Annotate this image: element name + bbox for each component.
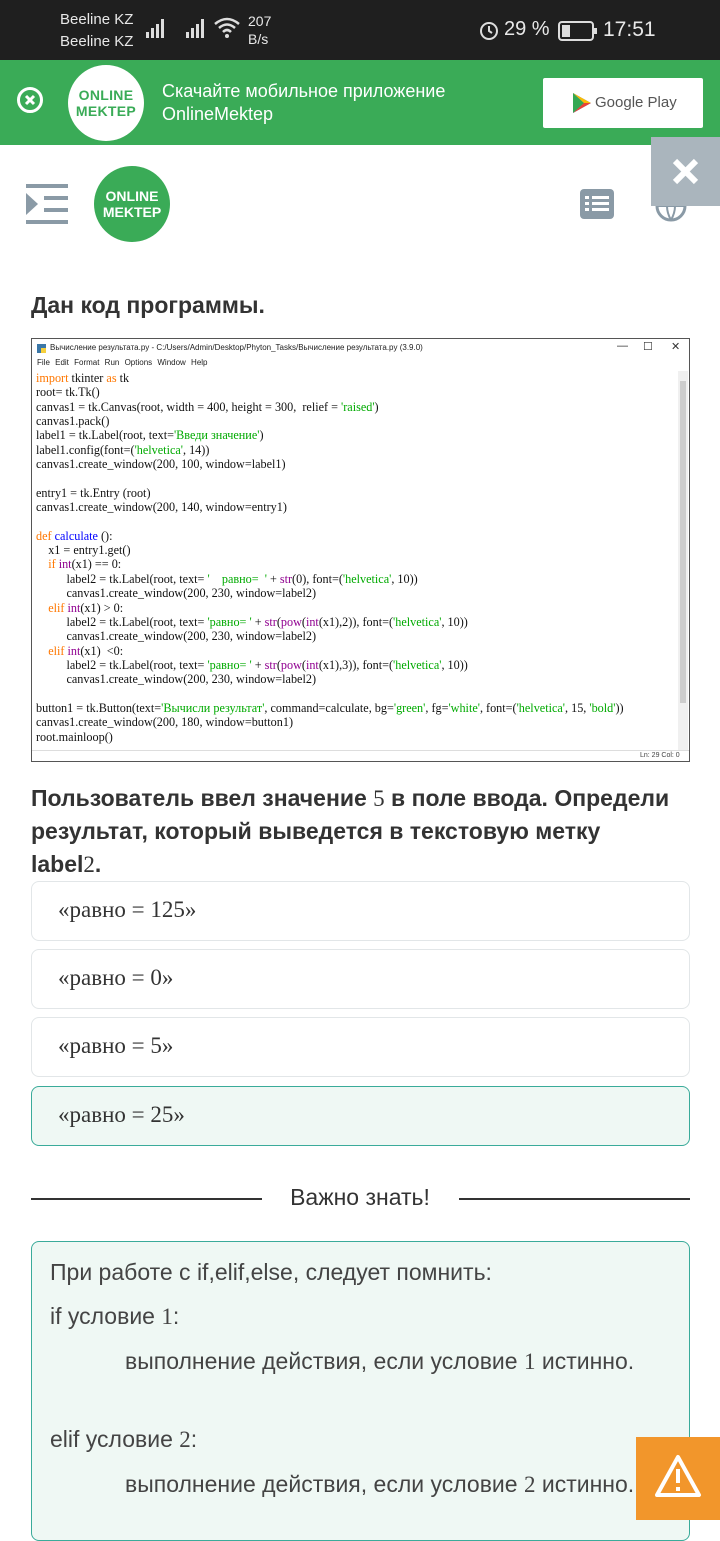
- answer-option[interactable]: «равно = 0»: [31, 949, 690, 1009]
- info-line: if условие 1:: [50, 1300, 670, 1333]
- question-prompt: Пользователь ввел значение 5 в поле ввод…: [31, 782, 671, 881]
- prompt-text: .: [94, 851, 102, 877]
- google-play-button[interactable]: Google Play: [543, 78, 703, 128]
- close-overlay-button[interactable]: [651, 137, 720, 206]
- answer-option[interactable]: «равно = 5»: [31, 1017, 690, 1077]
- info-text: if условие: [50, 1303, 162, 1329]
- banner-logo: ONLINE MEKTEP: [68, 65, 144, 141]
- site-logo[interactable]: ONLINE MEKTEP: [94, 166, 170, 242]
- close-icon: [24, 94, 36, 106]
- banner-text-line: OnlineMektep: [162, 104, 274, 124]
- banner-text-line: Скачайте мобильное приложение: [162, 81, 446, 101]
- answer-option-label: «равно = 0»: [58, 965, 174, 990]
- signal-icon: [146, 19, 164, 38]
- answer-option-label: «равно = 25»: [58, 1102, 185, 1127]
- logo-text: MEKTEP: [102, 204, 162, 220]
- battery-percent: 29 %: [504, 18, 550, 40]
- google-play-icon: [573, 93, 591, 113]
- close-banner-button[interactable]: [17, 87, 43, 113]
- report-problem-button[interactable]: [636, 1437, 720, 1520]
- answer-option-selected[interactable]: «равно = 25»: [31, 1086, 690, 1146]
- logo-text: MEKTEP: [75, 103, 137, 119]
- answer-option-label: «равно = 5»: [58, 1033, 174, 1058]
- info-number: 2: [179, 1427, 191, 1452]
- info-text: :: [190, 1426, 198, 1452]
- speed-unit: B/s: [248, 31, 269, 47]
- cursor-position: Ln: 29 Col: 0: [640, 752, 680, 759]
- menu-icon[interactable]: [26, 184, 70, 226]
- info-text: истинно.: [535, 1348, 635, 1374]
- info-line: elif условие 2:: [50, 1423, 670, 1456]
- python-file-icon: [37, 344, 46, 353]
- close-icon: ✕: [671, 341, 681, 353]
- prompt-number: 5: [373, 786, 385, 811]
- carrier-name: Beeline KZ: [60, 33, 134, 50]
- info-number: 1: [523, 1349, 536, 1374]
- info-line: При работе с if,elif,else, следует помни…: [50, 1259, 492, 1285]
- maximize-icon: ☐: [643, 341, 653, 353]
- minimize-icon: —: [617, 340, 628, 352]
- info-number: 1: [161, 1304, 173, 1329]
- info-line: выполнение действия, если условие 2 исти…: [50, 1468, 670, 1501]
- carrier-name: Beeline KZ: [60, 11, 134, 28]
- warning-icon: [655, 1455, 701, 1497]
- info-text: истинно.: [535, 1471, 635, 1497]
- close-icon: [672, 158, 699, 185]
- status-bar: Beeline KZ Beeline KZ 207 B/s 29 % 17:51: [0, 0, 720, 60]
- google-play-label: Google Play: [595, 94, 677, 111]
- answer-option[interactable]: «равно = 125»: [31, 881, 690, 941]
- speed-value: 207: [248, 13, 272, 29]
- info-line: выполнение действия, если условие 1 исти…: [50, 1345, 670, 1378]
- code-screenshot: Вычисление результата.py - C:/Users/Admi…: [31, 338, 690, 762]
- logo-text: ONLINE: [78, 87, 134, 103]
- code-listing: import tkinter as tk root= tk.Tk() canva…: [36, 371, 624, 744]
- list-icon[interactable]: [580, 189, 614, 219]
- info-number: 2: [523, 1472, 536, 1497]
- alarm-icon: [480, 22, 498, 40]
- signal-icon: [186, 19, 204, 38]
- app-download-banner: ONLINE MEKTEP Скачайте мобильное приложе…: [0, 60, 720, 145]
- prompt-text: Пользователь ввел значение: [31, 785, 374, 811]
- banner-text: Скачайте мобильное приложение OnlineMekt…: [162, 80, 445, 126]
- code-status-bar: Ln: 29 Col: 0: [32, 750, 689, 761]
- prompt-number: 2: [83, 852, 95, 877]
- network-speed: 207 B/s: [248, 12, 271, 48]
- logo-text: ONLINE: [105, 188, 159, 204]
- clock: 17:51: [603, 18, 656, 41]
- info-text: выполнение действия, если условие: [125, 1348, 524, 1374]
- question-title: Дан код программы.: [31, 292, 265, 318]
- info-box: При работе с if,elif,else, следует помни…: [31, 1241, 690, 1541]
- answer-option-label: «равно = 125»: [58, 897, 197, 922]
- wifi-icon: [214, 17, 240, 38]
- info-text: elif условие: [50, 1426, 180, 1452]
- info-text: выполнение действия, если условие: [125, 1471, 524, 1497]
- code-window-menu: File Edit Format Run Options Window Help: [37, 358, 208, 367]
- code-window-title: Вычисление результата.py - C:/Users/Admi…: [50, 343, 423, 352]
- info-text: :: [172, 1303, 180, 1329]
- important-heading: Важно знать!: [290, 1184, 430, 1210]
- code-scrollbar-thumb: [680, 381, 686, 703]
- battery-icon: [558, 21, 597, 41]
